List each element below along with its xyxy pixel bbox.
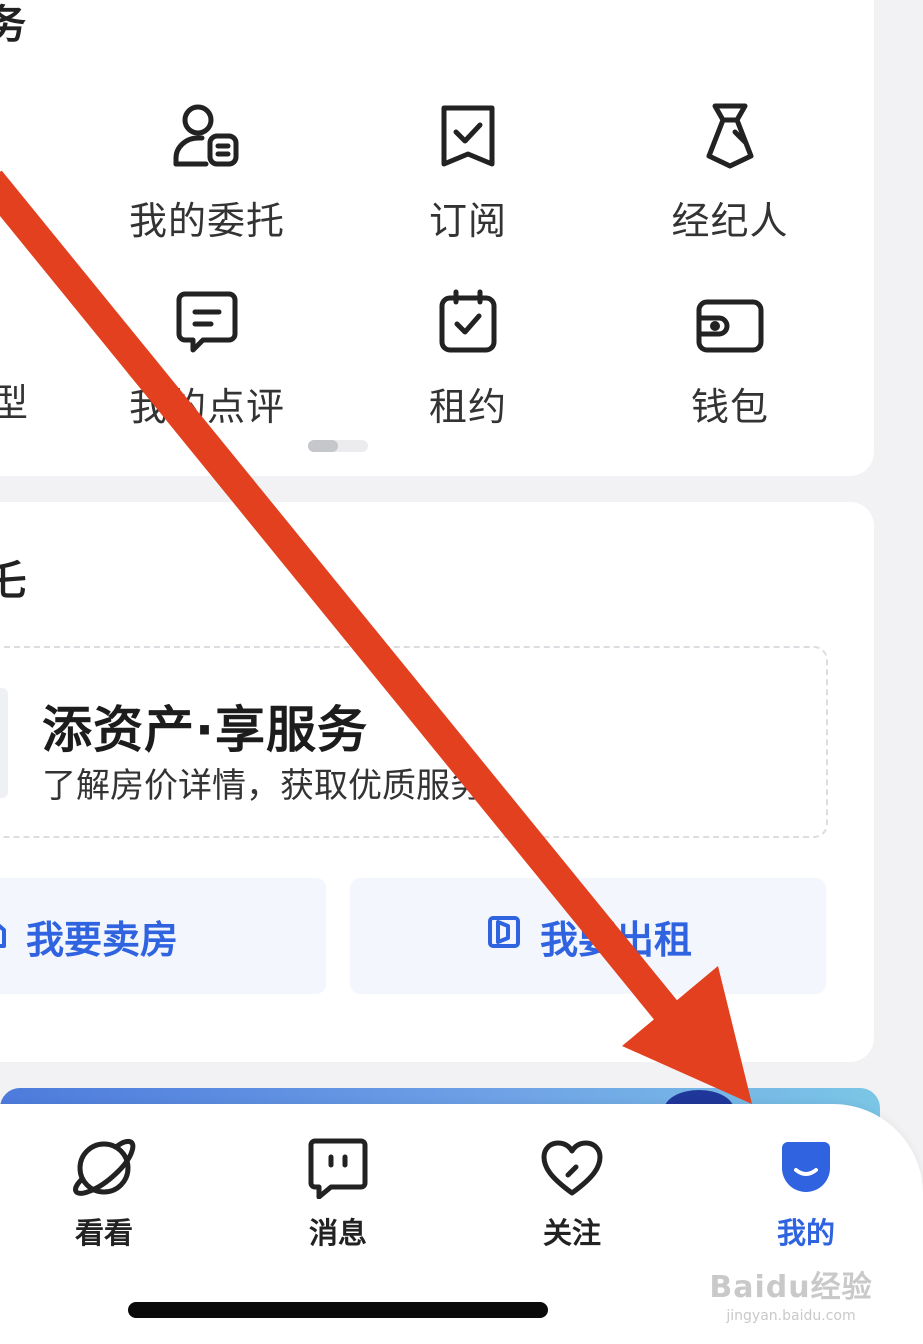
service-my-entrust[interactable]: 我的委托 xyxy=(107,90,307,245)
service-label: 我的点评 xyxy=(128,385,285,429)
home-indicator[interactable] xyxy=(128,1302,548,1318)
agent-tie-icon xyxy=(630,90,830,170)
service-partial-label: 型 xyxy=(0,381,29,425)
watermark-logo-text: Baidu经验 xyxy=(709,1270,873,1305)
service-agent[interactable]: 经纪人 xyxy=(630,90,830,245)
door-icon xyxy=(484,912,540,961)
sell-house-label: 我要卖房 xyxy=(26,917,179,962)
service-label: 经纪人 xyxy=(671,199,789,243)
asset-heading: 乇 xyxy=(0,558,26,604)
service-subscribe[interactable]: 订阅 xyxy=(368,90,568,245)
tab-kankan[interactable]: 看看 xyxy=(34,1134,174,1252)
wallet-icon xyxy=(630,276,830,356)
service-my-review[interactable]: 我的点评 xyxy=(107,276,307,431)
promo-image xyxy=(0,688,8,798)
watermark-url: jingyan.baidu.com xyxy=(726,1308,856,1324)
profile-face-icon xyxy=(736,1134,876,1202)
page-indicator xyxy=(308,440,368,452)
tab-follow[interactable]: 关注 xyxy=(502,1134,642,1252)
comment-icon xyxy=(107,276,307,356)
message-icon xyxy=(268,1134,408,1202)
tab-label: 关注 xyxy=(542,1216,601,1250)
bookmark-check-icon xyxy=(368,90,568,170)
planet-icon xyxy=(34,1134,174,1202)
promo-subtitle: 了解房价详情，获取优质服务 xyxy=(42,766,484,806)
promo-title: 添资产·享服务 xyxy=(42,701,368,759)
calendar-check-icon xyxy=(368,276,568,356)
watermark: Baidu经验 jingyan.baidu.com xyxy=(706,1262,876,1324)
sell-house-button[interactable]: 我要卖房 xyxy=(0,878,326,994)
service-lease[interactable]: 租约 xyxy=(368,276,568,431)
tab-messages[interactable]: 消息 xyxy=(268,1134,408,1252)
heart-icon xyxy=(502,1134,642,1202)
services-heading: 务 xyxy=(0,2,26,48)
service-label: 订阅 xyxy=(428,199,507,243)
tab-label: 消息 xyxy=(308,1216,367,1250)
rent-out-label: 我要出租 xyxy=(539,917,692,962)
tab-label: 我的 xyxy=(776,1216,835,1250)
service-wallet[interactable]: 钱包 xyxy=(630,276,830,431)
rent-out-button[interactable]: 我要出租 xyxy=(350,878,826,994)
service-label: 我的委托 xyxy=(128,199,285,243)
person-card-icon xyxy=(107,90,307,170)
house-icon xyxy=(0,912,26,961)
tab-label: 看看 xyxy=(74,1216,133,1250)
service-label: 租约 xyxy=(428,385,507,429)
service-label: 钱包 xyxy=(690,385,769,429)
tab-mine[interactable]: 我的 xyxy=(736,1134,876,1252)
